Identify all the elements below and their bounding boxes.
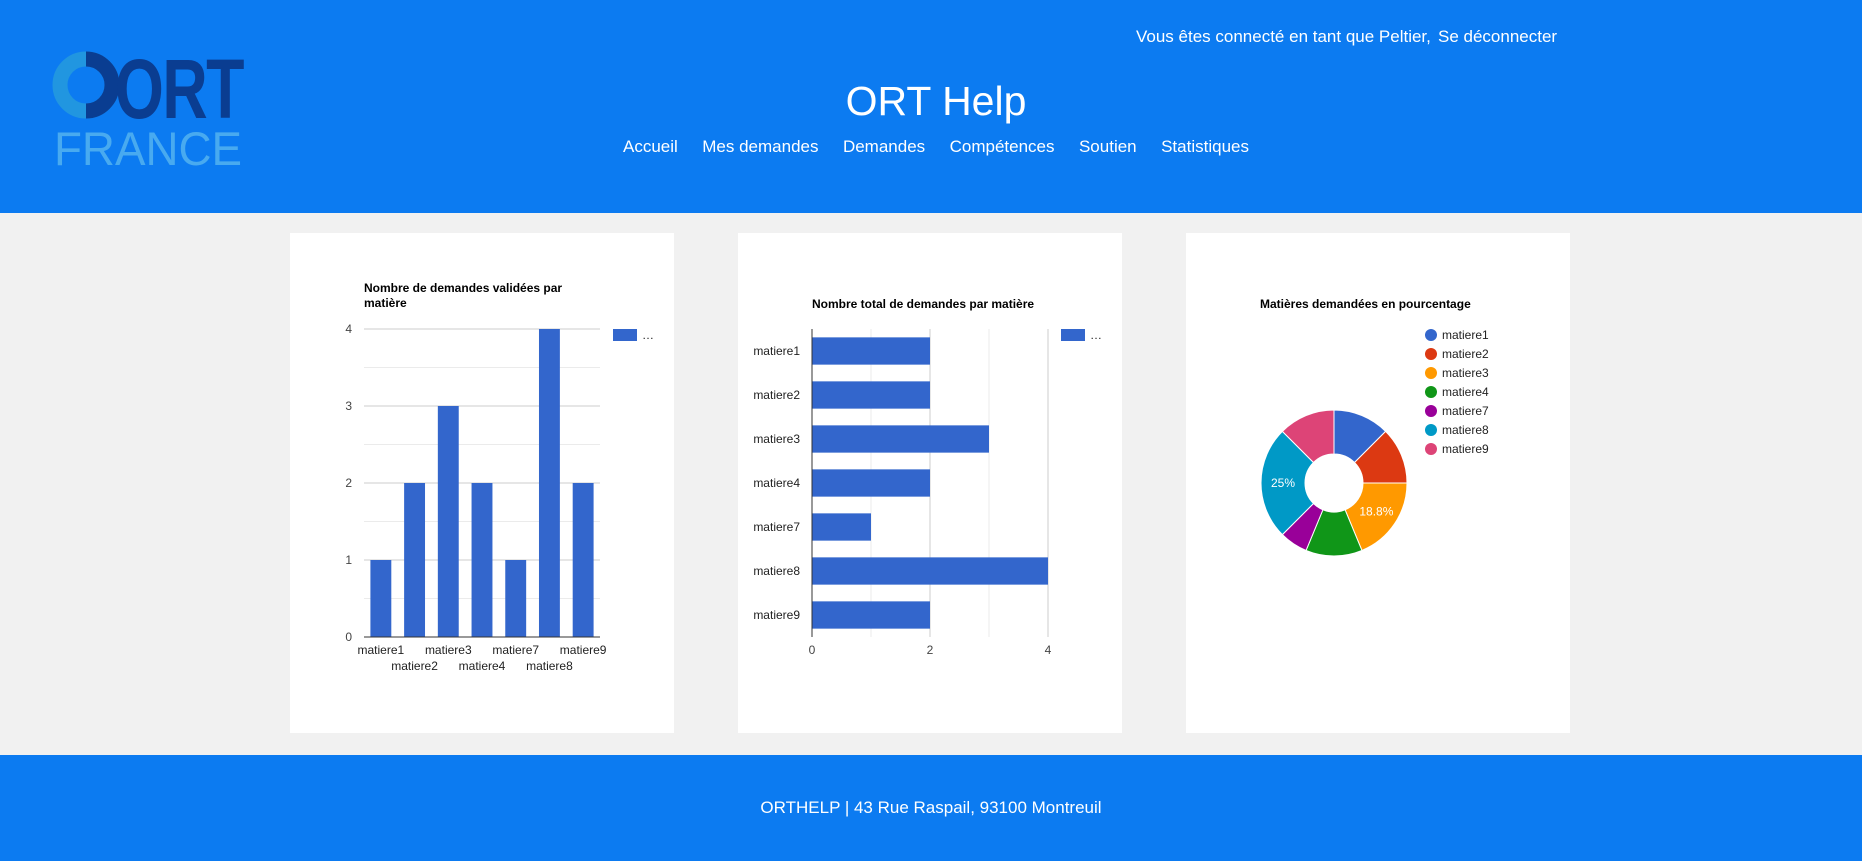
bar (572, 483, 594, 637)
chart-card-percentage: Matières demandées en pourcentage 18.8% 25… (1186, 233, 1570, 733)
nav-item-soutien[interactable]: Soutien (1079, 137, 1137, 156)
bar (812, 469, 930, 497)
x-tick-label: matiere8 (526, 659, 573, 673)
site-footer: ORTHELP | 43 Rue Raspail, 93100 Montreui… (0, 755, 1862, 861)
bar (538, 329, 560, 637)
legend-marker (1425, 348, 1437, 360)
y-tick-label: matiere2 (753, 388, 800, 402)
legend-marker (1425, 405, 1437, 417)
x-tick-label: 4 (1045, 643, 1052, 657)
y-tick-label: 4 (345, 322, 352, 336)
bar (812, 557, 1048, 585)
chart-title: Nombre total de demandes par matière (812, 297, 1034, 311)
bar (471, 483, 493, 637)
footer-text: ORTHELP | 43 Rue Raspail, 93100 Montreui… (760, 798, 1102, 817)
y-tick-label: matiere4 (753, 476, 800, 490)
legend-marker (1425, 386, 1437, 398)
nav-item-mes-demandes[interactable]: Mes demandes (702, 137, 818, 156)
main-nav: Accueil Mes demandes Demandes Compétence… (0, 137, 1862, 157)
legend-label: matiere3 (1442, 366, 1489, 380)
legend-label: matiere1 (1442, 328, 1489, 342)
x-tick-label: matiere3 (425, 643, 472, 657)
legend-label: matiere8 (1442, 423, 1489, 437)
legend-label: … (1090, 328, 1102, 342)
legend-label: matiere7 (1442, 404, 1489, 418)
bar (812, 425, 989, 453)
legend-swatch (1061, 329, 1085, 341)
legend-label: matiere9 (1442, 442, 1489, 456)
y-tick-label: 1 (345, 553, 352, 567)
bar (370, 560, 392, 637)
nav-item-statistiques[interactable]: Statistiques (1161, 137, 1249, 156)
slice-label: 18.8% (1359, 504, 1393, 518)
legend-label: matiere2 (1442, 347, 1489, 361)
x-tick-label: matiere7 (492, 643, 539, 657)
chart-card-total: Nombre total de demandes par matière 0 2 4 m… (738, 233, 1122, 733)
bar (812, 381, 930, 409)
nav-item-competences[interactable]: Compétences (950, 137, 1055, 156)
y-tick-label: 2 (345, 476, 352, 490)
total-requests-chart: Nombre total de demandes par matière 0 2 4 m… (753, 297, 1102, 657)
y-tick-label: matiere7 (753, 520, 800, 534)
y-tick-label: matiere1 (753, 344, 800, 358)
logged-in-text: Vous êtes connecté en tant que Peltier, (1136, 27, 1431, 46)
percentage-donut-chart: Matières demandées en pourcentage 18.8% 25… (1260, 297, 1489, 557)
legend-marker (1425, 424, 1437, 436)
chart-title: Matières demandées en pourcentage (1260, 297, 1471, 311)
legend-marker (1425, 329, 1437, 341)
legend-swatch (613, 329, 637, 341)
bar (812, 337, 930, 365)
user-status: Vous êtes connecté en tant que Peltier, (1136, 27, 1431, 47)
slice-label: 25% (1271, 476, 1295, 490)
legend-label: … (642, 328, 654, 342)
legend-label: matiere4 (1442, 385, 1489, 399)
bar (812, 601, 930, 629)
x-tick-label: 0 (809, 643, 816, 657)
chart-card-validated: Nombre de demandes validées par matière 0 1… (290, 233, 674, 733)
x-tick-label: 2 (927, 643, 934, 657)
bar (505, 560, 527, 637)
x-tick-label: matiere1 (358, 643, 405, 657)
x-tick-label: matiere4 (459, 659, 506, 673)
logout-link[interactable]: Se déconnecter (1438, 27, 1557, 47)
legend-marker (1425, 443, 1437, 455)
y-tick-label: matiere8 (753, 564, 800, 578)
validated-requests-chart: Nombre de demandes validées parmatière 0 1… (345, 281, 654, 673)
nav-item-demandes[interactable]: Demandes (843, 137, 925, 156)
y-tick-label: matiere3 (753, 432, 800, 446)
page-title: ORT Help (845, 78, 1027, 124)
x-tick-label: matiere9 (560, 643, 607, 657)
x-tick-label: matiere2 (391, 659, 438, 673)
bar (437, 406, 459, 637)
bar (812, 513, 871, 541)
nav-item-accueil[interactable]: Accueil (623, 137, 678, 156)
site-header: ORT FRANCE Vous êtes connecté en tant qu… (0, 0, 1862, 213)
chart-title-line-2: matière (364, 296, 407, 310)
y-tick-label: matiere9 (753, 608, 800, 622)
y-tick-label: 3 (345, 399, 352, 413)
bar (404, 483, 426, 637)
chart-title-line-1: Nombre de demandes validées par (364, 281, 562, 295)
legend-marker (1425, 367, 1437, 379)
y-tick-label: 0 (345, 630, 352, 644)
